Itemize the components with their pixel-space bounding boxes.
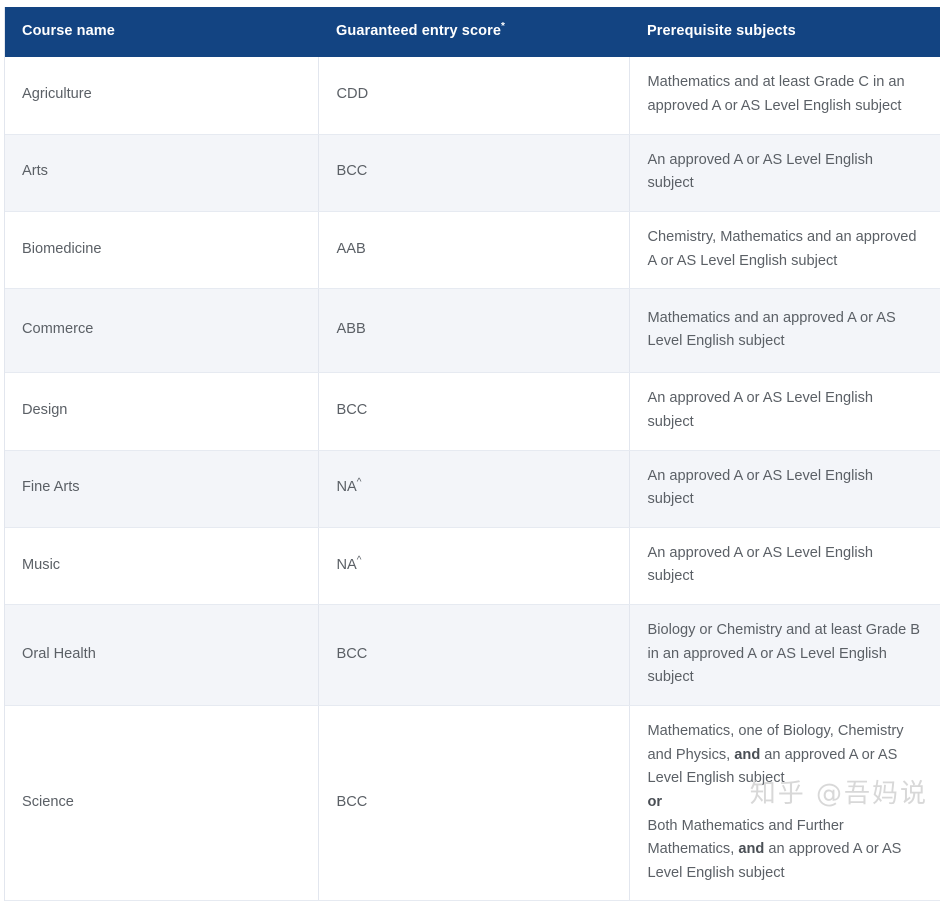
table-row: Arts BCC An approved A or AS Level Engli… — [5, 134, 940, 212]
table-row: Music NA^ An approved A or AS Level Engl… — [5, 527, 940, 606]
cell-course-name: Biomedicine — [5, 211, 319, 290]
entry-requirements-table: Course name Guaranteed entry score* Prer… — [5, 7, 940, 901]
cell-entry-score: CDD — [318, 57, 630, 135]
cell-course-name: Oral Health — [5, 604, 319, 706]
cell-entry-score-value: BCC — [336, 402, 368, 419]
cell-entry-score: NA^ — [318, 527, 630, 606]
cell-entry-score: BCC — [318, 372, 630, 451]
cell-entry-score: NA^ — [318, 450, 630, 528]
cell-entry-score: BCC — [318, 705, 630, 901]
column-header-prerequisite-subjects: Prerequisite subjects — [629, 7, 940, 58]
cell-entry-score-value: ABB — [336, 321, 366, 338]
column-header-prerequisite-subjects-label: Prerequisite subjects — [647, 23, 796, 39]
cell-prerequisites: Mathematics and an approved A or AS Leve… — [629, 288, 940, 374]
column-header-course-name-label: Course name — [22, 23, 115, 39]
cell-entry-score: BCC — [318, 134, 630, 212]
entry-requirements-table-container: Course name Guaranteed entry score* Prer… — [4, 7, 940, 901]
cell-course-name: Music — [5, 527, 319, 606]
cell-prerequisites: Biology or Chemistry and at least Grade … — [629, 604, 940, 706]
table-row: Biomedicine AAB Chemistry, Mathematics a… — [5, 211, 940, 290]
column-header-guaranteed-entry-score: Guaranteed entry score* — [318, 7, 629, 58]
table-row: Commerce ABB Mathematics and an approved… — [5, 288, 940, 374]
cell-entry-score-value: AAB — [336, 240, 366, 257]
footnote-marker-caret: ^ — [356, 477, 362, 489]
cell-prerequisites: An approved A or AS Level English subjec… — [629, 372, 940, 451]
column-header-guaranteed-entry-score-label: Guaranteed entry score — [336, 23, 501, 39]
cell-entry-score-value: CDD — [336, 86, 369, 103]
cell-course-name: Arts — [5, 134, 319, 212]
table-row: Oral Health BCC Biology or Chemistry and… — [5, 604, 940, 706]
cell-entry-score: ABB — [318, 288, 630, 374]
footnote-marker-caret: ^ — [356, 554, 362, 566]
cell-prerequisites: Mathematics, one of Biology, Chemistry a… — [629, 705, 940, 901]
table-row: Design BCC An approved A or AS Level Eng… — [5, 372, 940, 451]
cell-entry-score: AAB — [318, 211, 630, 290]
table-row: Fine Arts NA^ An approved A or AS Level … — [5, 450, 940, 528]
cell-course-name: Design — [5, 372, 319, 451]
cell-entry-score-value: NA — [336, 556, 357, 573]
cell-course-name: Science — [5, 705, 319, 901]
column-header-course-name: Course name — [5, 7, 318, 58]
cell-course-name: Fine Arts — [5, 450, 319, 528]
table-header-row: Course name Guaranteed entry score* Prer… — [5, 7, 940, 58]
prerequisite-option-two-emphasis: and — [738, 841, 765, 858]
table-body: Agriculture CDD Mathematics and at least… — [5, 57, 940, 901]
prerequisite-option-one-emphasis: and — [734, 746, 761, 763]
prerequisite-connector: or — [647, 793, 663, 810]
prerequisite-option-two: Both Mathematics and Further Mathematics… — [648, 815, 924, 886]
cell-prerequisites: An approved A or AS Level English subjec… — [629, 134, 940, 212]
cell-prerequisites: Chemistry, Mathematics and an approved A… — [629, 211, 940, 290]
cell-course-name: Commerce — [5, 288, 319, 374]
cell-entry-score-value: BCC — [336, 163, 368, 180]
table-header: Course name Guaranteed entry score* Prer… — [5, 7, 940, 58]
table-row: Agriculture CDD Mathematics and at least… — [5, 57, 940, 135]
cell-prerequisites: Mathematics and at least Grade C in an a… — [629, 57, 940, 135]
cell-entry-score-value: NA — [336, 479, 357, 496]
footnote-marker-asterisk: * — [501, 21, 505, 33]
prerequisite-option-one: Mathematics, one of Biology, Chemistry a… — [648, 720, 924, 791]
cell-entry-score: BCC — [318, 604, 630, 706]
cell-entry-score-value: BCC — [336, 645, 368, 662]
cell-entry-score-value: BCC — [336, 793, 368, 810]
table-row: Science BCC Mathematics, one of Biology,… — [5, 705, 940, 901]
cell-course-name: Agriculture — [5, 57, 319, 135]
cell-prerequisites: An approved A or AS Level English subjec… — [629, 527, 940, 606]
cell-prerequisites: An approved A or AS Level English subjec… — [629, 450, 940, 528]
